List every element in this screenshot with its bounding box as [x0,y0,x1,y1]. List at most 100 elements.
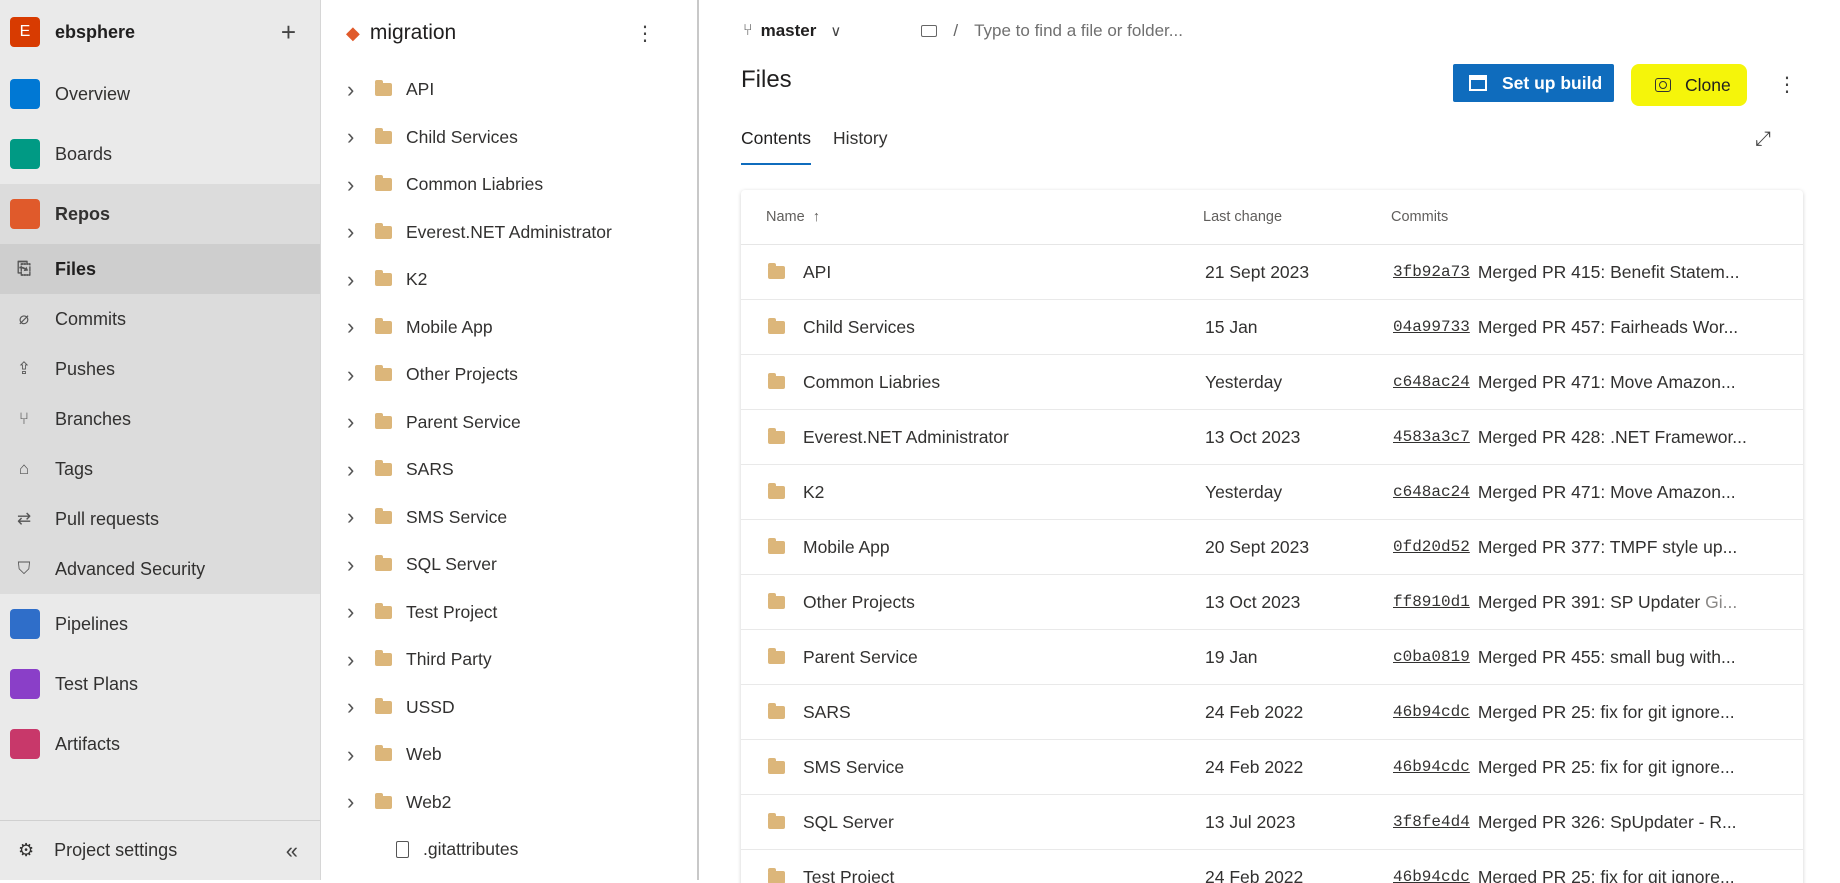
table-row[interactable]: Everest.NET Administrator 13 Oct 2023 4583… [741,410,1803,465]
table-row[interactable]: SARS 24 Feb 2022 46b94cdc Merged PR 25: fix… [741,685,1803,740]
clone-button[interactable]: Clone [1631,64,1747,106]
tree-folder-row[interactable]: › SMS Service [321,494,697,542]
org-name[interactable]: ebsphere [55,22,135,43]
row-name[interactable]: K2 [803,482,1205,503]
sidebar-item-advanced-security[interactable]: ⛉ Advanced Security [0,544,320,594]
chevron-right-icon[interactable]: › [347,504,361,530]
chevron-right-icon[interactable]: › [347,362,361,388]
tab-contents[interactable]: Contents [741,128,812,165]
commit-hash-link[interactable]: 0fd20d52 [1393,538,1470,556]
tree-folder-row[interactable]: › Web [321,731,697,779]
tree-folder-row[interactable]: › Mobile App [321,304,697,352]
table-row[interactable]: Parent Service 19 Jan c0ba0819 Merged PR 45… [741,630,1803,685]
commit-hash-link[interactable]: ff8910d1 [1393,593,1470,611]
row-name[interactable]: Mobile App [803,537,1205,558]
nav-item-boards[interactable]: Boards [0,124,320,184]
row-name[interactable]: SMS Service [803,757,1205,778]
nav-item-artifacts[interactable]: Artifacts [0,714,320,774]
collapse-nav-icon[interactable]: « [286,838,298,864]
commit-hash-link[interactable]: 04a99733 [1393,318,1470,336]
chevron-right-icon[interactable]: › [347,552,361,578]
chevron-right-icon[interactable]: › [347,599,361,625]
chevron-right-icon[interactable]: › [347,742,361,768]
tree-folder-row[interactable]: › Parent Service [321,399,697,447]
chevron-right-icon[interactable]: › [347,647,361,673]
column-last-change[interactable]: Last change [1203,209,1391,225]
repo-name[interactable]: migration [370,21,456,45]
column-name[interactable]: Name ↑ [766,209,1203,225]
sidebar-item-tags[interactable]: ⌂ Tags [0,444,320,494]
row-name[interactable]: Other Projects [803,592,1205,613]
tree-folder-row[interactable]: › Web2 [321,779,697,827]
table-row[interactable]: Common Liabries Yesterday c648ac24 Merged P… [741,355,1803,410]
row-name[interactable]: SARS [803,702,1205,723]
commit-hash-link[interactable]: 46b94cdc [1393,758,1470,776]
commit-hash-link[interactable]: 3fb92a73 [1393,263,1470,281]
chevron-right-icon[interactable]: › [347,267,361,293]
tree-folder-row[interactable]: › Child Services [321,114,697,162]
commit-hash-link[interactable]: c0ba0819 [1393,648,1470,666]
row-name[interactable]: API [803,262,1205,283]
table-row[interactable]: SQL Server 13 Jul 2023 3f8fe4d4 Merged PR 3… [741,795,1803,850]
tree-folder-row[interactable]: › K2 [321,256,697,304]
table-row[interactable]: K2 Yesterday c648ac24 Merged PR 471: Move A… [741,465,1803,520]
chevron-right-icon[interactable]: › [347,694,361,720]
sidebar-item-commits[interactable]: ⌀ Commits [0,294,320,344]
chevron-right-icon[interactable]: › [347,219,361,245]
tree-file-row[interactable]: .gitattributes [321,826,697,874]
chevron-right-icon[interactable]: › [347,124,361,150]
commit-hash-link[interactable]: c648ac24 [1393,483,1470,501]
row-name[interactable]: Test Project [803,867,1205,883]
more-actions-icon[interactable]: ⋮ [1777,72,1797,97]
table-row[interactable]: Mobile App 20 Sept 2023 0fd20d52 Merged PR … [741,520,1803,575]
tree-folder-row[interactable]: › API [321,66,697,114]
tree-folder-row[interactable]: › SQL Server [321,541,697,589]
more-options-icon[interactable]: ⋮ [635,21,655,46]
table-row[interactable]: Child Services 15 Jan 04a99733 Merged PR 45… [741,300,1803,355]
commit-hash-link[interactable]: 3f8fe4d4 [1393,813,1470,831]
table-row[interactable]: Other Projects 13 Oct 2023 ff8910d1 Merged … [741,575,1803,630]
commit-hash-link[interactable]: c648ac24 [1393,373,1470,391]
branch-selector[interactable]: master [761,21,817,41]
project-settings-button[interactable]: ⚙ Project settings « [0,820,320,880]
chevron-right-icon[interactable]: › [347,172,361,198]
nav-item-overview[interactable]: Overview [0,64,320,124]
chevron-right-icon[interactable]: › [347,789,361,815]
chevron-right-icon[interactable]: › [347,77,361,103]
row-name[interactable]: Parent Service [803,647,1205,668]
commit-hash-link[interactable]: 46b94cdc [1393,703,1470,721]
path-search-input[interactable] [974,21,1375,41]
tree-folder-row[interactable]: › USSD [321,684,697,732]
sidebar-item-pushes[interactable]: ⇪ Pushes [0,344,320,394]
row-name[interactable]: Everest.NET Administrator [803,427,1205,448]
table-row[interactable]: Test Project 24 Feb 2022 46b94cdc Merged PR… [741,850,1803,883]
column-commits[interactable]: Commits [1391,209,1448,225]
chevron-right-icon[interactable]: › [347,409,361,435]
expand-icon[interactable]: ⤢ [1755,128,1771,151]
sidebar-item-pull-requests[interactable]: ⇄ Pull requests [0,494,320,544]
chevron-down-icon[interactable]: ∨ [830,22,841,40]
nav-item-pipelines[interactable]: Pipelines [0,594,320,654]
org-avatar[interactable]: E [10,17,40,47]
nav-item-test-plans[interactable]: Test Plans [0,654,320,714]
chevron-right-icon[interactable]: › [347,457,361,483]
sidebar-item-files[interactable]: ⎘ Files [0,244,320,294]
row-name[interactable]: Common Liabries [803,372,1205,393]
tree-folder-row[interactable]: › SARS [321,446,697,494]
tab-history[interactable]: History [833,128,887,165]
nav-item-repos[interactable]: Repos [0,184,320,244]
table-row[interactable]: SMS Service 24 Feb 2022 46b94cdc Merged PR … [741,740,1803,795]
tree-folder-row[interactable]: › Test Project [321,589,697,637]
sidebar-item-branches[interactable]: ⑂ Branches [0,394,320,444]
tree-folder-row[interactable]: › Common Liabries [321,161,697,209]
table-row[interactable]: API 21 Sept 2023 3fb92a73 Merged PR 415: Be… [741,245,1803,300]
row-name[interactable]: SQL Server [803,812,1205,833]
commit-hash-link[interactable]: 4583a3c7 [1393,428,1470,446]
tree-folder-row[interactable]: › Third Party [321,636,697,684]
plus-icon[interactable]: + [281,19,296,45]
tree-folder-row[interactable]: › Everest.NET Administrator [321,209,697,257]
setup-build-button[interactable]: Set up build [1453,64,1614,102]
row-name[interactable]: Child Services [803,317,1205,338]
commit-hash-link[interactable]: 46b94cdc [1393,868,1470,883]
chevron-right-icon[interactable]: › [347,314,361,340]
